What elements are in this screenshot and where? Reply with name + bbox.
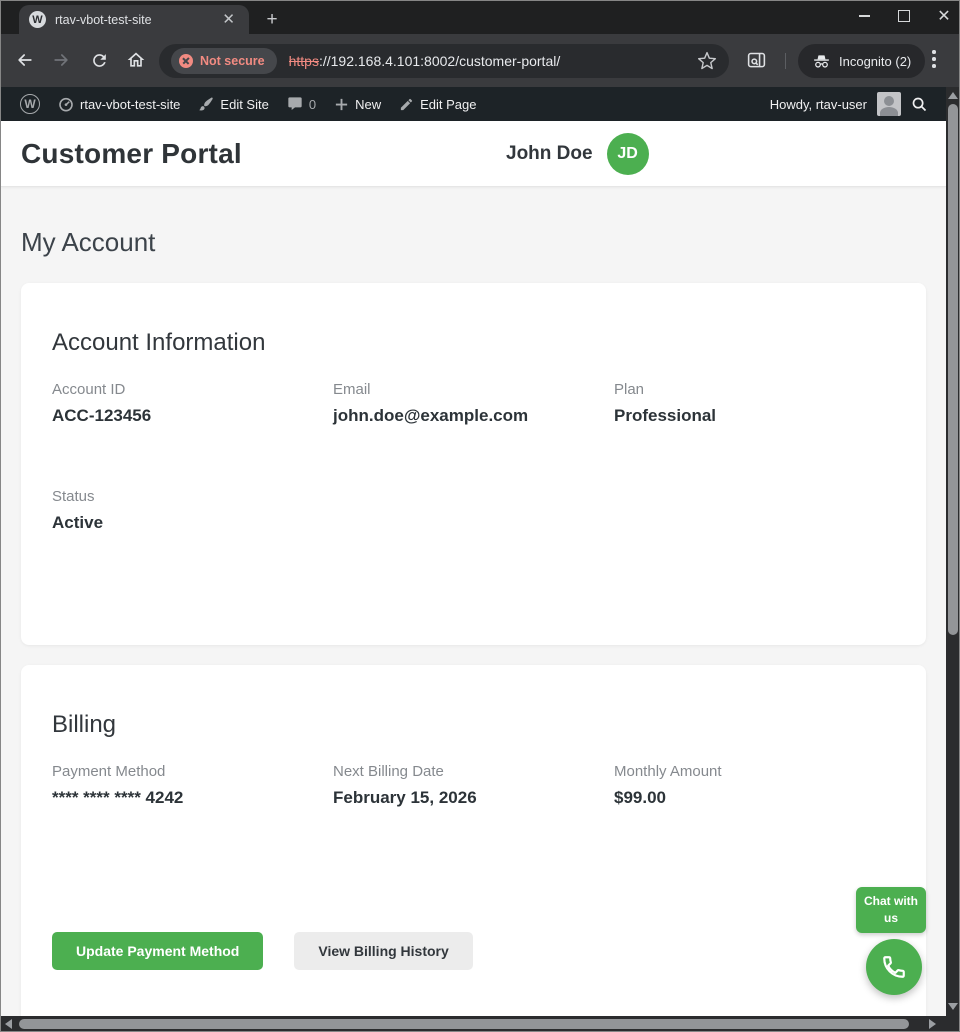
user-name: John Doe (506, 143, 593, 165)
header-user: John Doe JD (506, 121, 649, 186)
scroll-up-icon[interactable] (948, 92, 958, 99)
browser-tab[interactable]: W rtav-vbot-test-site ✕ (19, 5, 249, 34)
browser-menu-icon[interactable] (932, 50, 936, 71)
field-value: ACC-123456 (52, 406, 333, 426)
bookmark-star-icon[interactable] (697, 51, 717, 71)
forward-icon[interactable] (49, 48, 73, 72)
wp-admin-bar: W rtav-vbot-test-site Edit Site (1, 87, 946, 121)
dashboard-icon (58, 96, 74, 112)
scroll-right-icon[interactable] (929, 1019, 936, 1029)
horizontal-scrollbar[interactable] (1, 1016, 959, 1032)
user-initials-avatar: JD (607, 133, 649, 175)
incognito-label: Incognito (2) (839, 54, 911, 69)
plus-icon (334, 97, 349, 112)
chat-phone-button[interactable] (866, 939, 922, 995)
update-payment-button[interactable]: Update Payment Method (52, 932, 263, 970)
comments-count: 0 (309, 97, 316, 112)
field-payment-method: Payment Method **** **** **** 4242 (52, 763, 333, 808)
howdy-account-menu[interactable]: Howdy, rtav-user (770, 97, 867, 112)
page-title: Customer Portal (21, 138, 242, 170)
pencil-icon (399, 97, 414, 112)
edit-site-label: Edit Site (220, 97, 268, 112)
edit-page-menu[interactable]: Edit Page (390, 87, 485, 121)
account-card-title: Account Information (52, 329, 895, 357)
incognito-badge[interactable]: Incognito (2) (798, 44, 925, 78)
scroll-left-icon[interactable] (5, 1019, 12, 1029)
main-content: My Account Account Information Account I… (1, 227, 946, 1016)
field-plan: Plan Professional (614, 381, 895, 426)
account-info-card: Account Information Account ID ACC-12345… (21, 283, 926, 645)
url-rest: ://192.168.4.101:8002/customer-portal/ (319, 53, 560, 69)
home-icon[interactable] (124, 48, 148, 72)
window-close-icon[interactable]: ✕ (935, 7, 953, 25)
browser-toolbar: Not secure https://192.168.4.101:8002/cu… (1, 34, 959, 87)
tab-title: rtav-vbot-test-site (55, 13, 209, 27)
field-value: john.doe@example.com (333, 406, 614, 426)
horizontal-scroll-thumb[interactable] (19, 1019, 909, 1029)
tab-bar: W rtav-vbot-test-site ✕ + ✕ (1, 1, 959, 34)
address-bar[interactable]: Not secure https://192.168.4.101:8002/cu… (159, 44, 729, 78)
search-icon[interactable] (911, 96, 928, 113)
window-controls: ✕ (855, 7, 953, 25)
side-search-icon[interactable] (744, 48, 768, 72)
page-viewport: W rtav-vbot-test-site Edit Site (1, 87, 946, 1016)
vertical-scrollbar[interactable] (946, 87, 960, 1016)
edit-page-label: Edit Page (420, 97, 476, 112)
field-next-billing-date: Next Billing Date February 15, 2026 (333, 763, 614, 808)
field-label: Account ID (52, 381, 333, 398)
vertical-scroll-thumb[interactable] (948, 104, 958, 635)
section-heading: My Account (21, 227, 926, 258)
site-name-label: rtav-vbot-test-site (80, 97, 180, 112)
scroll-down-icon[interactable] (948, 1003, 958, 1010)
comments-menu[interactable]: 0 (278, 87, 325, 121)
admin-bar-site-name[interactable]: rtav-vbot-test-site (49, 87, 189, 121)
browser-window: W rtav-vbot-test-site ✕ + ✕ Not secure (0, 0, 960, 1032)
comment-icon (287, 96, 303, 112)
user-avatar[interactable] (877, 92, 901, 116)
new-tab-button[interactable]: + (259, 7, 285, 33)
field-value: **** **** **** 4242 (52, 788, 333, 808)
field-label: Status (52, 488, 333, 505)
maximize-icon[interactable] (895, 7, 913, 25)
billing-card: Billing Payment Method **** **** **** 42… (21, 665, 926, 1016)
field-email: Email john.doe@example.com (333, 381, 614, 426)
field-label: Payment Method (52, 763, 333, 780)
minimize-icon[interactable] (855, 7, 873, 25)
not-secure-icon (179, 54, 193, 68)
view-billing-history-button[interactable]: View Billing History (294, 932, 472, 970)
refresh-icon[interactable] (87, 48, 111, 72)
field-value: Professional (614, 406, 895, 426)
not-secure-label: Not secure (200, 54, 265, 68)
field-monthly-amount: Monthly Amount $99.00 (614, 763, 895, 808)
url-scheme: https (289, 53, 319, 69)
phone-icon (881, 954, 907, 980)
new-content-menu[interactable]: New (325, 87, 390, 121)
tab-close-icon[interactable]: ✕ (218, 11, 239, 28)
wp-logo-menu[interactable]: W (11, 87, 49, 121)
chat-tooltip: Chat with us (856, 887, 926, 933)
wordpress-logo-icon: W (20, 94, 40, 114)
field-label: Email (333, 381, 614, 398)
field-account-id: Account ID ACC-123456 (52, 381, 333, 426)
wordpress-favicon-icon: W (29, 11, 46, 28)
field-status: Status Active (52, 488, 333, 533)
field-label: Next Billing Date (333, 763, 614, 780)
back-icon[interactable] (13, 48, 37, 72)
incognito-icon (812, 52, 831, 71)
new-label: New (355, 97, 381, 112)
edit-site-menu[interactable]: Edit Site (189, 87, 277, 121)
field-value: February 15, 2026 (333, 788, 614, 808)
field-value: $99.00 (614, 788, 895, 808)
not-secure-badge[interactable]: Not secure (171, 48, 277, 74)
billing-card-title: Billing (52, 711, 895, 739)
field-label: Plan (614, 381, 895, 398)
url-text: https://192.168.4.101:8002/customer-port… (289, 53, 685, 69)
toolbar-divider (785, 53, 786, 69)
brush-icon (198, 96, 214, 112)
field-label: Monthly Amount (614, 763, 895, 780)
site-header: Customer Portal John Doe JD (1, 121, 946, 187)
field-value: Active (52, 513, 333, 533)
